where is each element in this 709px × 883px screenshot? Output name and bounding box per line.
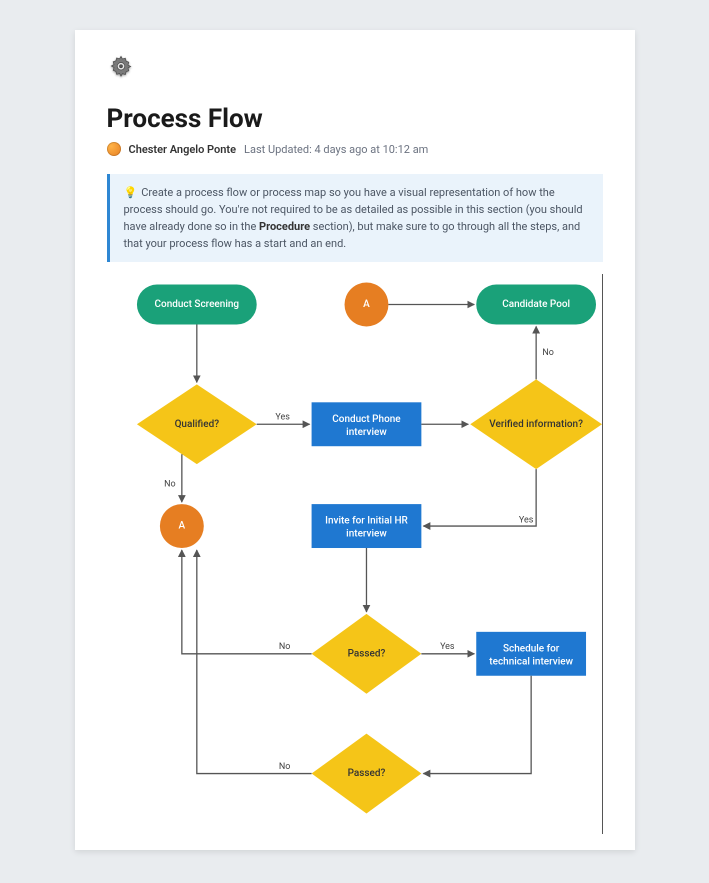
node-conduct-screening-label: Conduct Screening [154,299,239,310]
edge-passed1-no-label: No [278,642,290,652]
meta-row: Chester Angelo Ponte Last Updated: 4 day… [107,142,603,156]
edge-qualified-yes-label: Yes [275,413,290,423]
last-updated-value: 4 days ago at 10:12 am [314,143,428,156]
author-name: Chester Angelo Ponte [129,143,237,156]
last-updated-prefix: Last Updated: [244,143,314,156]
page-title: Process Flow [107,104,603,134]
callout-bold: Procedure [259,220,310,233]
node-connector-a-top-label: A [363,299,370,310]
node-verified-info-label: Verified information? [489,419,583,430]
gear-icon [107,54,135,82]
edge-passed1-yes-label: Yes [440,642,455,652]
page-canvas: Process Flow Chester Angelo Ponte Last U… [0,0,709,883]
edge-passed2-no [196,550,311,774]
node-conduct-phone-label1: Conduct Phone [332,414,401,425]
node-passed2-label: Passed? [347,768,385,779]
node-qualified-label: Qualified? [174,419,219,430]
edge-qualified-no-label: No [164,480,176,490]
edge-passed2-no-label: No [278,762,290,772]
node-schedule-tech-label2: technical interview [489,657,573,668]
bulb-icon: 💡 [124,186,138,199]
edge-schedule-to-passed2 [423,676,531,774]
avatar [107,142,121,156]
node-invite-hr-label1: Invite for Initial HR [325,516,408,527]
node-connector-a-left-label: A [178,521,185,532]
callout-box: 💡Create a process flow or process map so… [107,174,603,262]
node-candidate-pool-label: Candidate Pool [502,299,570,310]
edge-verified-yes-label: Yes [518,516,533,526]
flowchart-svg: Conduct Screening A Candidate Pool Quali… [107,274,602,834]
node-invite-hr-label2: interview [346,529,387,540]
edge-passed1-no [181,550,311,654]
last-updated: Last Updated: 4 days ago at 10:12 am [244,143,428,156]
node-schedule-tech-label1: Schedule for [502,644,559,655]
node-conduct-phone-label2: interview [346,427,387,438]
flowchart-container: Conduct Screening A Candidate Pool Quali… [107,274,603,834]
node-passed1-label: Passed? [347,649,385,660]
document-card: Process Flow Chester Angelo Ponte Last U… [75,30,635,850]
edge-verified-no-label: No [542,348,554,358]
